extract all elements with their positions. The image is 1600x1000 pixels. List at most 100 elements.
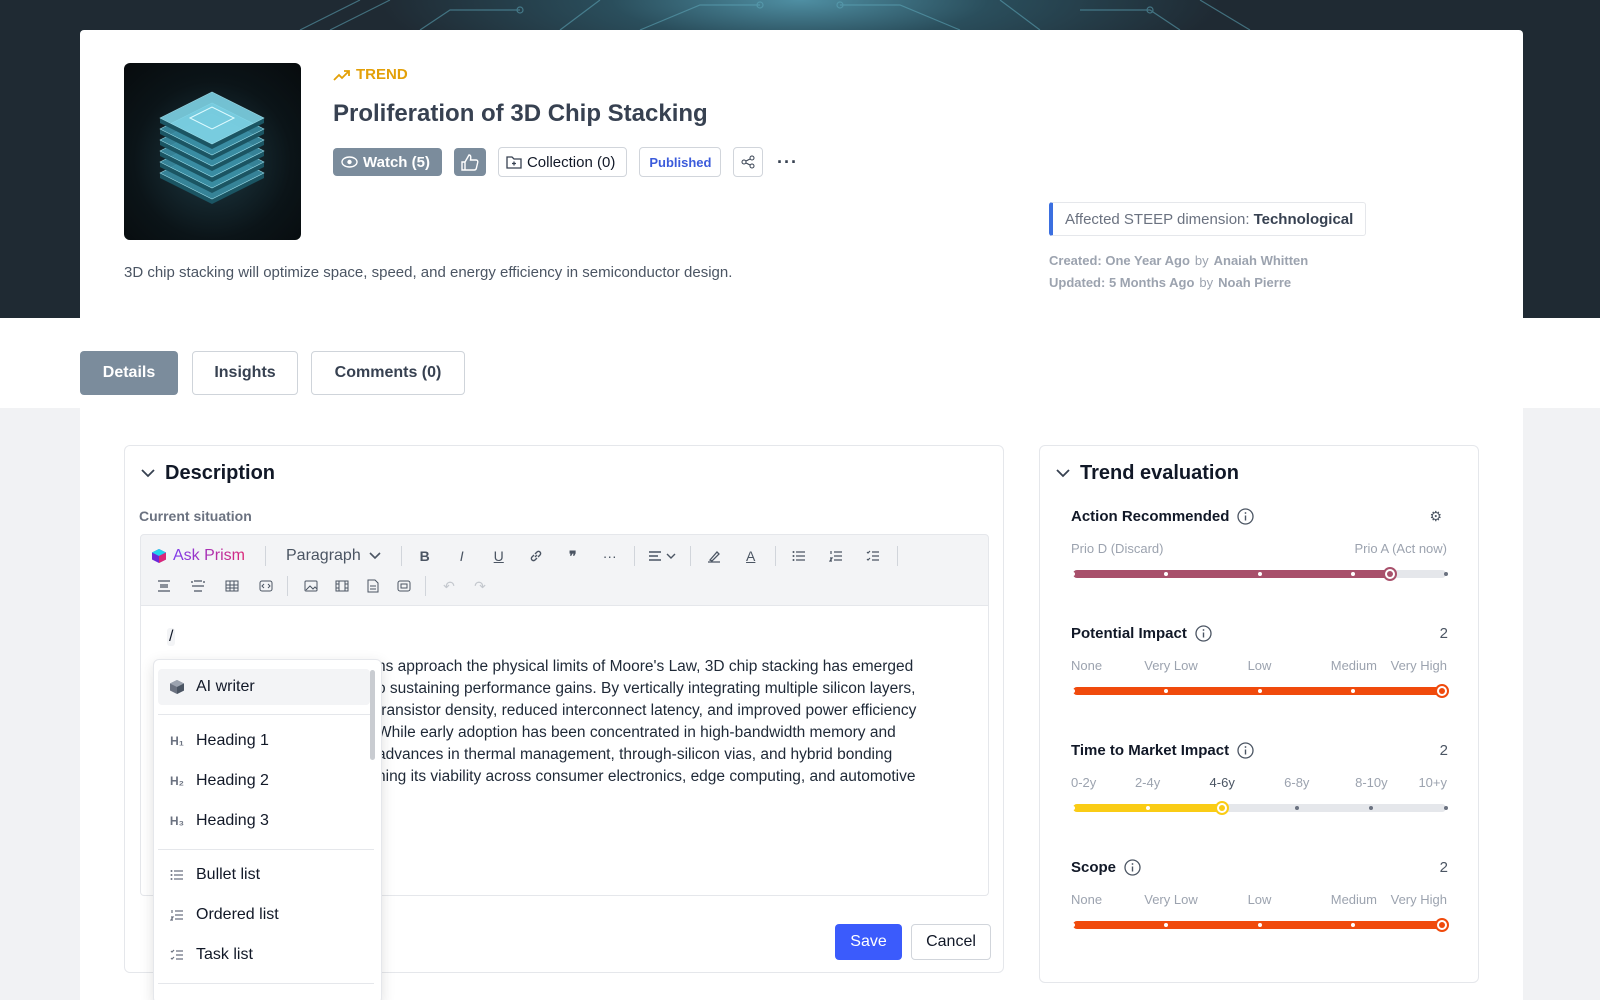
- file-icon[interactable]: [360, 573, 386, 599]
- undo-icon[interactable]: ↶: [436, 573, 462, 599]
- editor-line: While early adoption has been concentrat…: [377, 724, 896, 741]
- collection-button[interactable]: Collection (0): [497, 147, 628, 177]
- metric-slider[interactable]: [1071, 684, 1449, 698]
- widget-icon[interactable]: [391, 573, 417, 599]
- menu-item-label: Heading 3: [196, 812, 269, 829]
- menu-item-label: Ordered list: [196, 906, 279, 923]
- bullet-list-icon[interactable]: [786, 543, 812, 569]
- info-icon[interactable]: [1237, 508, 1255, 525]
- editor-slash-input[interactable]: /: [167, 628, 176, 646]
- menu-item-heading-2[interactable]: H₂ Heading 2: [158, 763, 370, 799]
- updated-label: Updated: 5 Months Ago: [1049, 275, 1195, 290]
- tab-details[interactable]: Details: [80, 351, 178, 395]
- slider-tick: [1145, 806, 1150, 810]
- watch-button[interactable]: Watch (5): [333, 148, 442, 176]
- evaluation-header[interactable]: Trend evaluation: [1056, 462, 1239, 485]
- more-options-button[interactable]: ···: [775, 147, 799, 177]
- toolbar-row-1: Ask Prism Paragraph B I U ❞ ··· A: [151, 543, 908, 569]
- redo-icon[interactable]: ↷: [467, 573, 493, 599]
- underline-icon[interactable]: U: [486, 543, 512, 569]
- menu-item-ai-writer[interactable]: AI writer: [158, 669, 370, 705]
- settings-icon[interactable]: ⚙: [1429, 508, 1442, 525]
- bold-icon[interactable]: B: [412, 543, 438, 569]
- like-button[interactable]: [453, 148, 486, 176]
- metric-slider[interactable]: [1071, 801, 1448, 815]
- metric-title-label: Action Recommended: [1071, 508, 1230, 525]
- editor-line: ning its viability across consumer elect…: [377, 768, 916, 785]
- scale-label: 0-2y: [1071, 775, 1097, 790]
- menu-item-label: Bullet list: [196, 866, 261, 883]
- ask-prism-button[interactable]: Ask Prism: [151, 547, 245, 565]
- tab-insights[interactable]: Insights: [192, 351, 298, 395]
- metric-title-label: Scope: [1071, 859, 1117, 876]
- scale-label: Medium: [1330, 892, 1377, 907]
- task-list-icon[interactable]: [860, 543, 886, 569]
- paragraph-select[interactable]: Paragraph: [286, 547, 381, 565]
- menu-item-task-list[interactable]: Task list: [158, 937, 370, 973]
- link-icon[interactable]: [523, 543, 549, 569]
- slider-tick: [1257, 923, 1262, 927]
- tab-comments[interactable]: Comments (0): [311, 351, 465, 395]
- folder-plus-icon: [506, 156, 522, 169]
- slider-thumb[interactable]: [1215, 801, 1230, 815]
- updated-by[interactable]: Noah Pierre: [1218, 275, 1291, 290]
- slider-tick: [1444, 806, 1448, 810]
- current-situation-label: Current situation: [139, 508, 252, 524]
- menu-item-label: AI writer: [196, 678, 255, 695]
- more-icon[interactable]: ···: [597, 543, 623, 569]
- thumbs-up-icon: [461, 153, 479, 171]
- info-icon[interactable]: [1195, 625, 1212, 642]
- heading-1-icon: H₁: [170, 734, 184, 748]
- slider-thumb[interactable]: [1435, 918, 1449, 932]
- steep-value: Technological: [1253, 210, 1354, 228]
- metric-slider[interactable]: [1071, 918, 1449, 932]
- menu-item-heading-1[interactable]: H₁ Heading 1: [158, 723, 370, 759]
- text-color-icon[interactable]: A: [738, 543, 764, 569]
- horizontal-rule-icon[interactable]: [185, 573, 211, 599]
- editor-line: ns approach the physical limits of Moore…: [377, 658, 914, 675]
- chip-stack-image: [159, 91, 265, 204]
- slider-thumb[interactable]: [1435, 684, 1449, 698]
- scale-label: 10+y: [1418, 775, 1447, 790]
- editor-body[interactable]: ns approach the physical limits of Moore…: [377, 656, 967, 788]
- metric-slider[interactable]: [1071, 567, 1448, 581]
- highlight-icon[interactable]: [701, 543, 727, 569]
- align-left-icon[interactable]: [645, 543, 679, 569]
- metric-title-label: Potential Impact: [1071, 625, 1187, 642]
- scale-label: None: [1071, 892, 1103, 907]
- menu-item-bullet-list[interactable]: Bullet list: [158, 857, 370, 893]
- scale-label: 2-4y: [1134, 775, 1161, 790]
- info-icon[interactable]: [1124, 859, 1141, 876]
- editor-line: o sustaining performance gains. By verti…: [377, 680, 916, 697]
- scale-label: 8-10y: [1355, 775, 1388, 790]
- slider-thumb[interactable]: [1383, 567, 1398, 581]
- scale-label: Prio D (Discard): [1071, 541, 1164, 556]
- table-icon[interactable]: [219, 573, 245, 599]
- editor-line: advances in thermal management, through-…: [377, 746, 893, 763]
- menu-scrollbar[interactable]: [370, 670, 375, 760]
- heading-3-icon: H₃: [169, 814, 185, 828]
- share-button[interactable]: [733, 147, 764, 177]
- embed-code-icon[interactable]: [253, 573, 279, 599]
- ordered-list-icon[interactable]: [823, 543, 849, 569]
- created-by[interactable]: Anaiah Whitten: [1214, 253, 1309, 268]
- toolbar-divider: [425, 576, 426, 596]
- italic-icon[interactable]: I: [449, 543, 475, 569]
- menu-item-label: Heading 1: [196, 732, 269, 749]
- menu-item-ordered-list[interactable]: Ordered list: [158, 897, 370, 933]
- slider-tick: [1257, 572, 1262, 576]
- center-block-icon[interactable]: [151, 573, 177, 599]
- metric-value: 2: [1439, 742, 1448, 759]
- header-actions: Watch (5) Collection (0) Published ···: [333, 147, 799, 177]
- description-header[interactable]: Description: [141, 462, 275, 485]
- image-icon[interactable]: [298, 573, 324, 599]
- by-text: by: [1199, 275, 1214, 290]
- menu-item-heading-3[interactable]: H₃ Heading 3: [158, 803, 370, 839]
- quote-icon[interactable]: ❞: [560, 543, 586, 569]
- save-button[interactable]: Save: [835, 924, 902, 960]
- toolbar-divider: [400, 546, 402, 566]
- video-icon[interactable]: [329, 573, 355, 599]
- cancel-button[interactable]: Cancel: [911, 924, 991, 960]
- evaluation-title: Trend evaluation: [1080, 462, 1239, 484]
- info-icon[interactable]: [1237, 742, 1254, 759]
